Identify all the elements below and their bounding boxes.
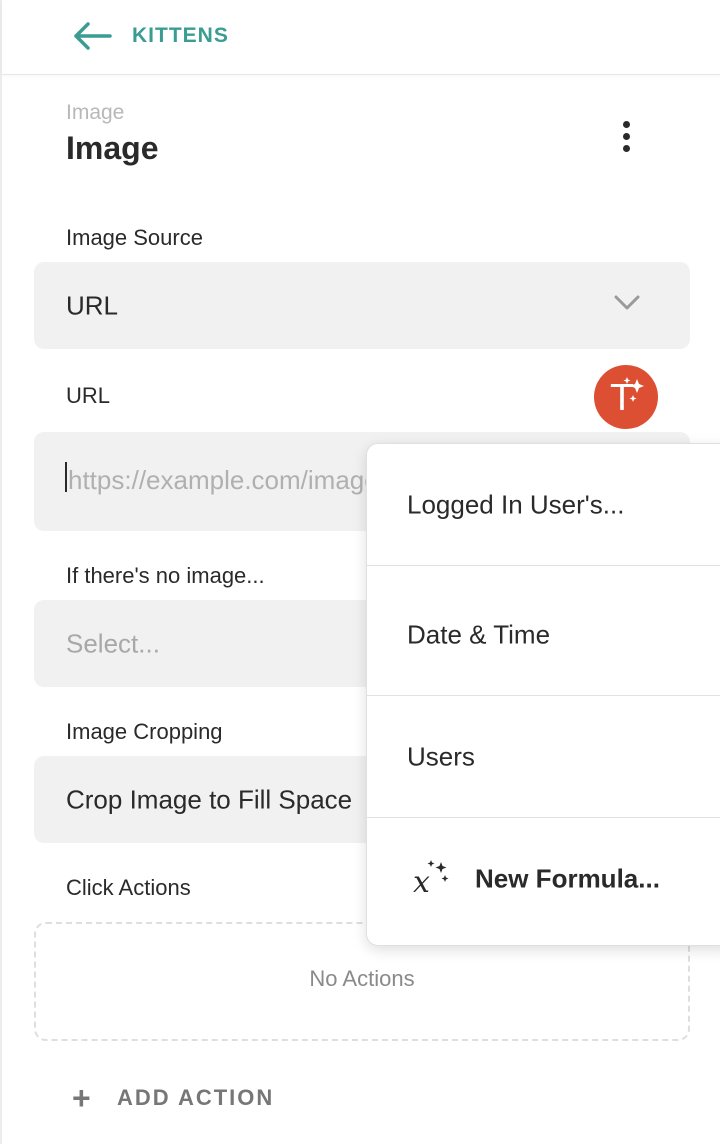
image-cropping-value: Crop Image to Fill Space xyxy=(66,784,353,814)
panel-left-border xyxy=(0,0,2,1144)
insert-value-menu: Logged In User's... Date & Time Users x … xyxy=(366,443,720,946)
menu-item-users[interactable]: Users xyxy=(367,696,720,818)
image-cropping-label: Image Cropping xyxy=(66,719,223,744)
svg-text:x: x xyxy=(413,865,430,898)
image-source-label: Image Source xyxy=(66,225,203,250)
image-source-dropdown[interactable]: URL xyxy=(34,262,690,349)
menu-item-date-time[interactable]: Date & Time xyxy=(367,574,720,696)
no-image-placeholder: Select... xyxy=(66,628,160,658)
add-action-label: ADD ACTION xyxy=(117,1085,275,1110)
back-label: KITTENS xyxy=(132,24,229,47)
menu-item-logged-in-user[interactable]: Logged In User's... xyxy=(367,444,720,566)
kebab-menu-icon xyxy=(622,120,630,128)
click-actions-label: Click Actions xyxy=(66,875,191,900)
component-type-label: Image xyxy=(66,101,125,124)
menu-item-new-formula[interactable]: x New Formula... xyxy=(367,818,720,940)
menu-item-label: New Formula... xyxy=(475,863,660,894)
menu-item-label: Date & Time xyxy=(407,619,551,649)
menu-item-label: Users xyxy=(407,741,475,771)
chevron-down-icon xyxy=(614,295,640,310)
top-bar: KITTENS xyxy=(2,0,720,75)
more-options-button[interactable] xyxy=(610,116,642,156)
magic-text-button[interactable]: T xyxy=(594,365,658,429)
no-actions-text: No Actions xyxy=(309,966,415,991)
image-source-value: URL xyxy=(66,290,119,320)
add-action-button[interactable]: + ADD ACTION xyxy=(72,1080,274,1116)
menu-item-label: Logged In User's... xyxy=(407,489,625,519)
sparkle-icon xyxy=(623,377,644,402)
back-button[interactable]: KITTENS xyxy=(72,20,229,52)
no-image-label: If there's no image... xyxy=(66,563,265,588)
arrow-left-icon xyxy=(74,22,112,50)
url-label: URL xyxy=(66,383,111,408)
component-title: Image xyxy=(66,130,159,166)
text-cursor xyxy=(65,462,67,492)
formula-sparkle-icon: x xyxy=(413,860,449,898)
plus-icon: + xyxy=(72,1080,91,1116)
